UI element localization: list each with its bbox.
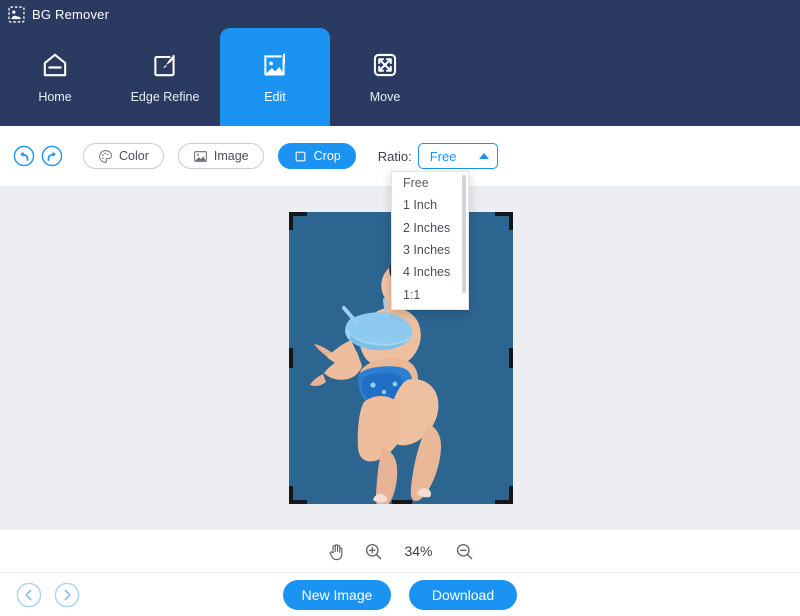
crop-handle-bottom-right-v[interactable]: [509, 486, 513, 504]
new-image-button[interactable]: New Image: [283, 579, 391, 610]
crop-icon: [295, 151, 306, 161]
nav-tab-edit-label: Edit: [264, 90, 286, 104]
undo-icon[interactable]: [13, 145, 35, 167]
nav-tab-home[interactable]: Home: [0, 28, 110, 126]
crop-handle-left-center[interactable]: [289, 348, 293, 368]
ratio-option-free[interactable]: Free: [392, 172, 468, 194]
zoom-in-icon[interactable]: [364, 542, 383, 561]
hand-tool-icon[interactable]: [327, 542, 346, 561]
crop-button-label: Crop: [313, 149, 341, 163]
ratio-label: Ratio:: [377, 148, 412, 164]
ratio-select[interactable]: Free: [417, 143, 498, 169]
bg-remover-logo-icon: [8, 5, 25, 23]
crop-handle-bottom-left-v[interactable]: [289, 486, 293, 504]
nav-tab-edit[interactable]: Edit: [220, 28, 330, 126]
move-icon: [373, 53, 397, 77]
color-button-label: Color: [119, 149, 149, 163]
crop-handle-top-right-v[interactable]: [509, 212, 513, 230]
ratio-dropdown-menu[interactable]: Free 1 Inch 2 Inches 3 Inches 4 Inches 1…: [391, 171, 469, 310]
nav-tab-move[interactable]: Move: [330, 28, 440, 126]
main-nav: Home Edge Refine Edit Move: [0, 28, 800, 126]
color-button[interactable]: Color: [83, 143, 164, 169]
crop-button[interactable]: Crop: [277, 143, 356, 169]
edge-refine-icon: [154, 54, 175, 77]
home-icon: [43, 53, 67, 77]
edit-image-icon: [264, 53, 286, 76]
nav-tab-edge-refine-label: Edge Refine: [130, 90, 200, 104]
bottom-actions: New Image Download: [283, 579, 517, 610]
nav-tab-move-label: Move: [369, 90, 401, 104]
zoom-level: 34%: [404, 543, 433, 559]
nav-tab-home-label: Home: [38, 90, 72, 104]
redo-icon[interactable]: [41, 145, 63, 167]
ratio-option-2-inches[interactable]: 2 Inches: [392, 217, 468, 239]
bg-remover-app: BG Remover Home Edge Refine Edit Move Co…: [0, 0, 800, 616]
download-button[interactable]: Download: [409, 579, 517, 610]
zoom-out-icon[interactable]: [455, 542, 474, 561]
chevron-right-circle-icon[interactable]: [54, 582, 80, 608]
image-button[interactable]: Image: [177, 143, 264, 169]
chevron-up-icon: [478, 153, 489, 159]
crop-handle-right-center[interactable]: [509, 348, 513, 368]
picture-icon: [194, 150, 207, 162]
nav-tab-edge-refine[interactable]: Edge Refine: [110, 28, 220, 126]
title-bar: BG Remover: [0, 0, 800, 28]
chevron-left-circle-icon[interactable]: [16, 582, 42, 608]
ratio-option-1-1[interactable]: 1:1: [392, 283, 468, 305]
ratio-select-value: Free: [429, 148, 457, 164]
ratio-option-1-inch[interactable]: 1 Inch: [392, 194, 468, 216]
app-title: BG Remover: [32, 6, 110, 22]
ratio-option-3-inches[interactable]: 3 Inches: [392, 239, 468, 261]
crop-handle-top-left-v[interactable]: [289, 212, 293, 230]
palette-icon: [99, 149, 112, 163]
ratio-option-4-inches[interactable]: 4 Inches: [392, 261, 468, 283]
bottom-bar: New Image Download: [0, 572, 800, 616]
image-pager: [16, 582, 80, 608]
crop-handle-bottom-center[interactable]: [392, 500, 412, 504]
zoom-bar: 34%: [0, 530, 800, 572]
ratio-dropdown-scrollbar[interactable]: [462, 175, 466, 293]
image-button-label: Image: [213, 149, 249, 163]
